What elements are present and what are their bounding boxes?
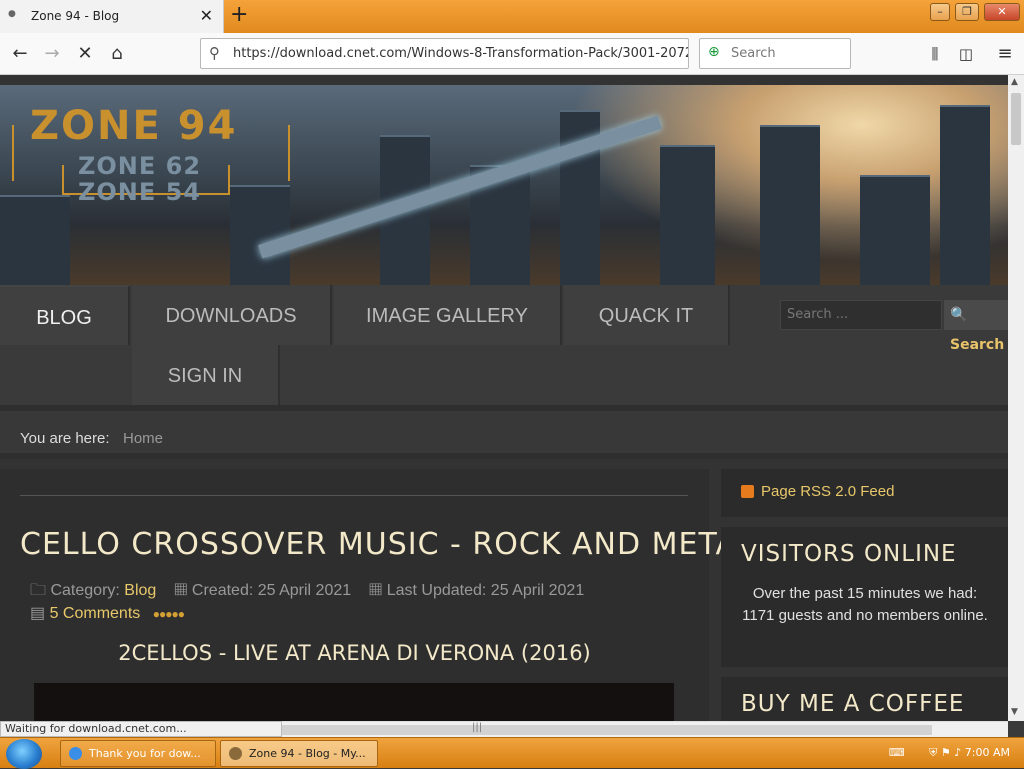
category-link[interactable]: Blog: [124, 582, 156, 599]
volume-icon[interactable]: ♪: [954, 746, 961, 759]
keyboard-icon[interactable]: ⌨: [889, 746, 905, 759]
search-bar[interactable]: ⊕ Search: [699, 38, 851, 69]
web-page: ZONE 94 ZONE 62 ZONE 54 BLOG DOWNLOADS I…: [0, 75, 1008, 721]
menu-item-sign-in[interactable]: SIGN IN: [132, 345, 280, 405]
comment-icon: ▤: [30, 605, 46, 622]
scroll-up-icon[interactable]: ▲: [1011, 77, 1018, 87]
menu-item-downloads[interactable]: DOWNLOADS: [132, 285, 332, 345]
site-search-button[interactable]: 🔍Search: [944, 300, 1008, 353]
close-tab-icon[interactable]: ✕: [200, 6, 213, 25]
menu-icon[interactable]: ≡: [990, 39, 1020, 69]
navigation-bar: ← → ✕ ⌂ ⚲ https://download.cnet.com/Wind…: [0, 33, 1024, 75]
visitors-title: VISITORS ONLINE: [741, 541, 957, 567]
shield-icon[interactable]: ⛨: [929, 746, 937, 759]
created-date: Created: 25 April 2021: [191, 582, 352, 599]
horizontal-scrollbar[interactable]: |||: [282, 721, 1008, 737]
calendar-icon: ▦: [174, 582, 188, 599]
breadcrumb: You are here: Home: [0, 405, 1008, 459]
coffee-box: BUY ME A COFFEE: [721, 677, 1008, 721]
visitors-box: VISITORS ONLINE Over the past 15 minutes…: [721, 527, 1008, 667]
search-engine-icon: ⊕: [708, 44, 720, 60]
rss-icon: [741, 485, 754, 498]
url-text: https://download.cnet.com/Windows-8-Tran…: [233, 46, 689, 61]
visitors-text: Over the past 15 minutes we had: 1171 gu…: [742, 585, 988, 624]
tab-title: Zone 94 - Blog: [31, 9, 120, 23]
site-search-input[interactable]: Search ...: [780, 300, 942, 330]
back-icon[interactable]: ←: [5, 39, 35, 69]
scroll-thumb[interactable]: [1011, 93, 1021, 145]
article-meta: 🗀 Category: Blog ▦ Created: 25 April 202…: [30, 579, 584, 606]
library-icon[interactable]: ⫼: [920, 39, 950, 69]
article-title[interactable]: CELLO CROSSOVER MUSIC - ROCK AND METAL: [20, 527, 755, 562]
title-bar: ● Zone 94 - Blog ✕ + – ❐ ✕: [0, 0, 1024, 33]
system-tray: ⌨ ⛨ ⚑ ♪ 7:00 AM: [889, 746, 1010, 760]
browser-tab[interactable]: ● Zone 94 - Blog ✕: [0, 0, 224, 33]
search-placeholder: Search: [731, 46, 776, 61]
status-bar: Waiting for download.cnet.com...: [0, 721, 282, 737]
main-menu: BLOG DOWNLOADS IMAGE GALLERY QUACK IT SI…: [0, 285, 1008, 405]
site-favicon-icon: [229, 747, 242, 760]
tab-loading-icon: ●: [8, 9, 16, 19]
video-player[interactable]: [34, 683, 674, 721]
forward-icon[interactable]: →: [37, 39, 67, 69]
network-icon[interactable]: ⚑: [941, 746, 951, 759]
url-bar[interactable]: ⚲ https://download.cnet.com/Windows-8-Tr…: [200, 38, 689, 69]
divider: [20, 495, 688, 496]
sidebar-icon[interactable]: ◫: [951, 39, 981, 69]
close-window-button[interactable]: ✕: [984, 3, 1020, 21]
clock[interactable]: 7:00 AM: [965, 746, 1010, 759]
minimize-button[interactable]: –: [930, 3, 950, 21]
article-meta-2: ▤ 5 Comments ●●●●●: [30, 603, 185, 623]
taskbar: Thank you for dow... Zone 94 - Blog - My…: [0, 737, 1024, 769]
taskbar-item-download[interactable]: Thank you for dow...: [60, 740, 216, 767]
menu-item-quack-it[interactable]: QUACK IT: [564, 285, 730, 345]
menu-item-image-gallery[interactable]: IMAGE GALLERY: [334, 285, 562, 345]
article: CELLO CROSSOVER MUSIC - ROCK AND METAL 🗀…: [0, 469, 754, 721]
scroll-down-icon[interactable]: ▼: [1011, 707, 1018, 717]
updated-date: Last Updated: 25 April 2021: [386, 582, 585, 599]
site-banner: ZONE 94 ZONE 62 ZONE 54: [0, 85, 1008, 285]
site-logo-sub: ZONE 62 ZONE 54: [78, 152, 202, 206]
sidebar: Page RSS 2.0 Feed VISITORS ONLINE Over t…: [721, 469, 1008, 721]
search-icon: ⚲: [209, 44, 220, 62]
breadcrumb-home[interactable]: Home: [123, 430, 163, 447]
calendar-icon: ▦: [368, 582, 383, 599]
rss-box: Page RSS 2.0 Feed: [721, 469, 1008, 517]
rss-link[interactable]: Page RSS 2.0 Feed: [761, 483, 894, 500]
vertical-scrollbar[interactable]: ▲ ▼: [1008, 75, 1024, 721]
site-logo[interactable]: ZONE 94: [30, 103, 237, 149]
comments-link[interactable]: 5 Comments: [50, 605, 141, 622]
start-button[interactable]: [6, 739, 42, 769]
breadcrumb-label: You are here:: [20, 430, 110, 447]
rating-stars[interactable]: ●●●●●: [153, 607, 185, 621]
stop-icon[interactable]: ✕: [70, 39, 100, 69]
menu-item-blog[interactable]: BLOG: [0, 285, 130, 345]
browser-icon: [69, 747, 82, 760]
folder-icon: 🗀: [30, 582, 47, 599]
hscroll-thumb[interactable]: [282, 725, 932, 735]
coffee-title: BUY ME A COFFEE: [741, 691, 965, 717]
maximize-button[interactable]: ❐: [955, 3, 979, 21]
category-label: Category:: [50, 582, 120, 599]
article-subtitle: 2CELLOS - LIVE AT ARENA DI VERONA (2016): [118, 641, 591, 665]
taskbar-item-zone94[interactable]: Zone 94 - Blog - My...: [220, 740, 378, 767]
home-icon[interactable]: ⌂: [102, 39, 132, 69]
new-tab-icon[interactable]: +: [230, 3, 248, 27]
